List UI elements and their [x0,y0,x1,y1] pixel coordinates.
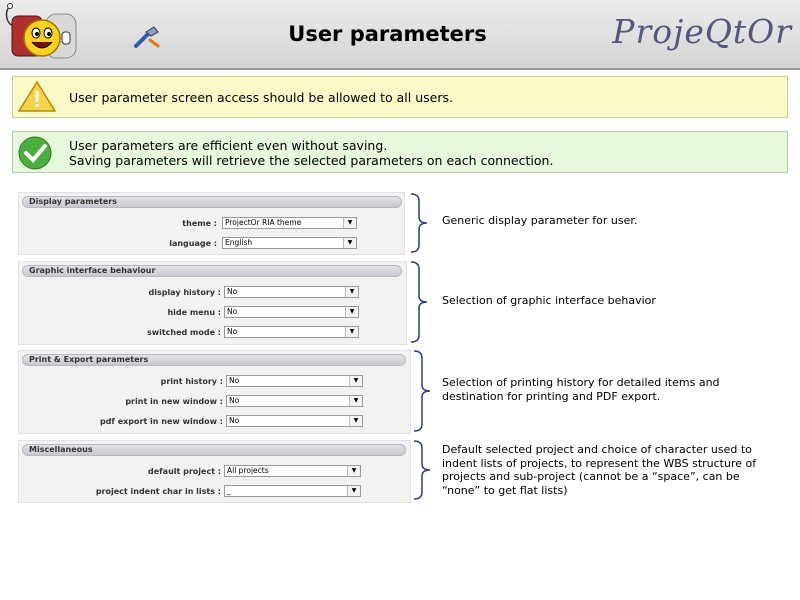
brace-display [410,193,428,253]
pdf-new-window-value: No [229,416,240,425]
description-print: Selection of printing history for detail… [442,376,720,403]
description-misc-line: Default selected project and choice of c… [442,443,752,456]
chevron-down-icon: ▼ [343,218,356,228]
description-print-line: destination for printing and PDF export. [442,389,661,403]
label-theme: theme : [182,219,217,228]
chevron-down-icon: ▼ [345,287,358,297]
description-misc-line: projects and sub-project (cannot be a “s… [442,470,740,483]
label-print-new-window: print in new window : [125,397,223,406]
hide-menu-select[interactable]: No ▼ [224,306,359,318]
print-new-window-select[interactable]: No ▼ [226,395,363,407]
hide-menu-value: No [227,307,238,316]
language-select[interactable]: English ▼ [222,237,357,249]
print-new-window-value: No [229,396,240,405]
label-language: language : [169,239,217,248]
description-display: Generic display parameter for user. [442,214,637,228]
checkmark-icon [18,136,52,170]
panel-title-print: Print & Export parameters [22,354,406,366]
label-default-project: default project : [148,467,221,476]
language-select-value: English [225,238,253,247]
success-text-line-2: Saving parameters will retrieve the sele… [69,153,554,168]
switched-mode-value: No [227,327,238,336]
brace-print [413,350,431,432]
header-bar: User parameters ProjeQtOr [0,0,800,70]
display-history-value: No [227,287,238,296]
brace-misc [413,440,431,500]
label-switched-mode: switched mode : [146,328,221,337]
theme-select-value: ProjectOr RIA theme [225,218,302,227]
chevron-down-icon: ▼ [345,327,358,337]
switched-mode-select[interactable]: No ▼ [224,326,359,338]
description-misc: Default selected project and choice of c… [442,443,756,497]
chevron-down-icon: ▼ [343,238,356,248]
success-text-line-1: User parameters are efficient even witho… [69,138,388,153]
warning-note: User parameter screen access should be a… [12,76,788,118]
chevron-down-icon: ▼ [349,396,362,406]
default-project-value: All projects [227,466,269,475]
theme-select[interactable]: ProjectOr RIA theme ▼ [222,217,357,229]
label-print-history: print history : [160,377,223,386]
description-graphic-line: Selection of graphic interface behavior [442,294,656,307]
chevron-down-icon: ▼ [347,466,360,476]
description-misc-line: indent lists of projects, to represent t… [442,456,757,470]
print-history-value: No [229,376,240,385]
description-print-line: Selection of printing history for detail… [442,376,720,389]
chevron-down-icon: ▼ [345,307,358,317]
warning-icon [17,80,57,112]
chevron-down-icon: ▼ [349,376,362,386]
warning-text: User parameter screen access should be a… [69,90,453,105]
label-display-history: display history : [148,288,221,297]
indent-char-value: _ [227,486,231,495]
default-project-select[interactable]: All projects ▼ [224,465,361,477]
print-export-panel: Print & Export parameters print history … [18,350,411,434]
description-graphic: Selection of graphic interface behavior [442,294,656,308]
success-note: User parameters are efficient even witho… [12,131,788,173]
label-indent-char: project indent char in lists : [95,487,221,496]
description-display-line: Generic display parameter for user. [442,214,638,227]
display-parameters-panel: Display parameters theme : ProjectOr RIA… [18,192,405,255]
label-hide-menu: hide menu : [167,308,221,317]
miscellaneous-panel: Miscellaneous default project : All proj… [18,440,411,503]
print-history-select[interactable]: No ▼ [226,375,363,387]
display-history-select[interactable]: No ▼ [224,286,359,298]
indent-char-select[interactable]: _ ▼ [224,485,361,497]
chevron-down-icon: ▼ [349,416,362,426]
graphic-interface-panel: Graphic interface behaviour display hist… [18,261,407,345]
success-text: User parameters are efficient even witho… [69,138,553,168]
panel-title-misc: Miscellaneous [22,444,406,456]
description-misc-line: “none” to get flat lists) [442,483,568,497]
brace-graphic [410,261,428,343]
brand-logo-text: ProjeQtOr [612,12,792,51]
pdf-new-window-select[interactable]: No ▼ [226,415,363,427]
label-pdf-new-window: pdf export in new window : [99,417,223,426]
panel-title-display: Display parameters [22,196,402,208]
panel-title-graphic: Graphic interface behaviour [22,265,402,277]
chevron-down-icon: ▼ [347,486,360,496]
